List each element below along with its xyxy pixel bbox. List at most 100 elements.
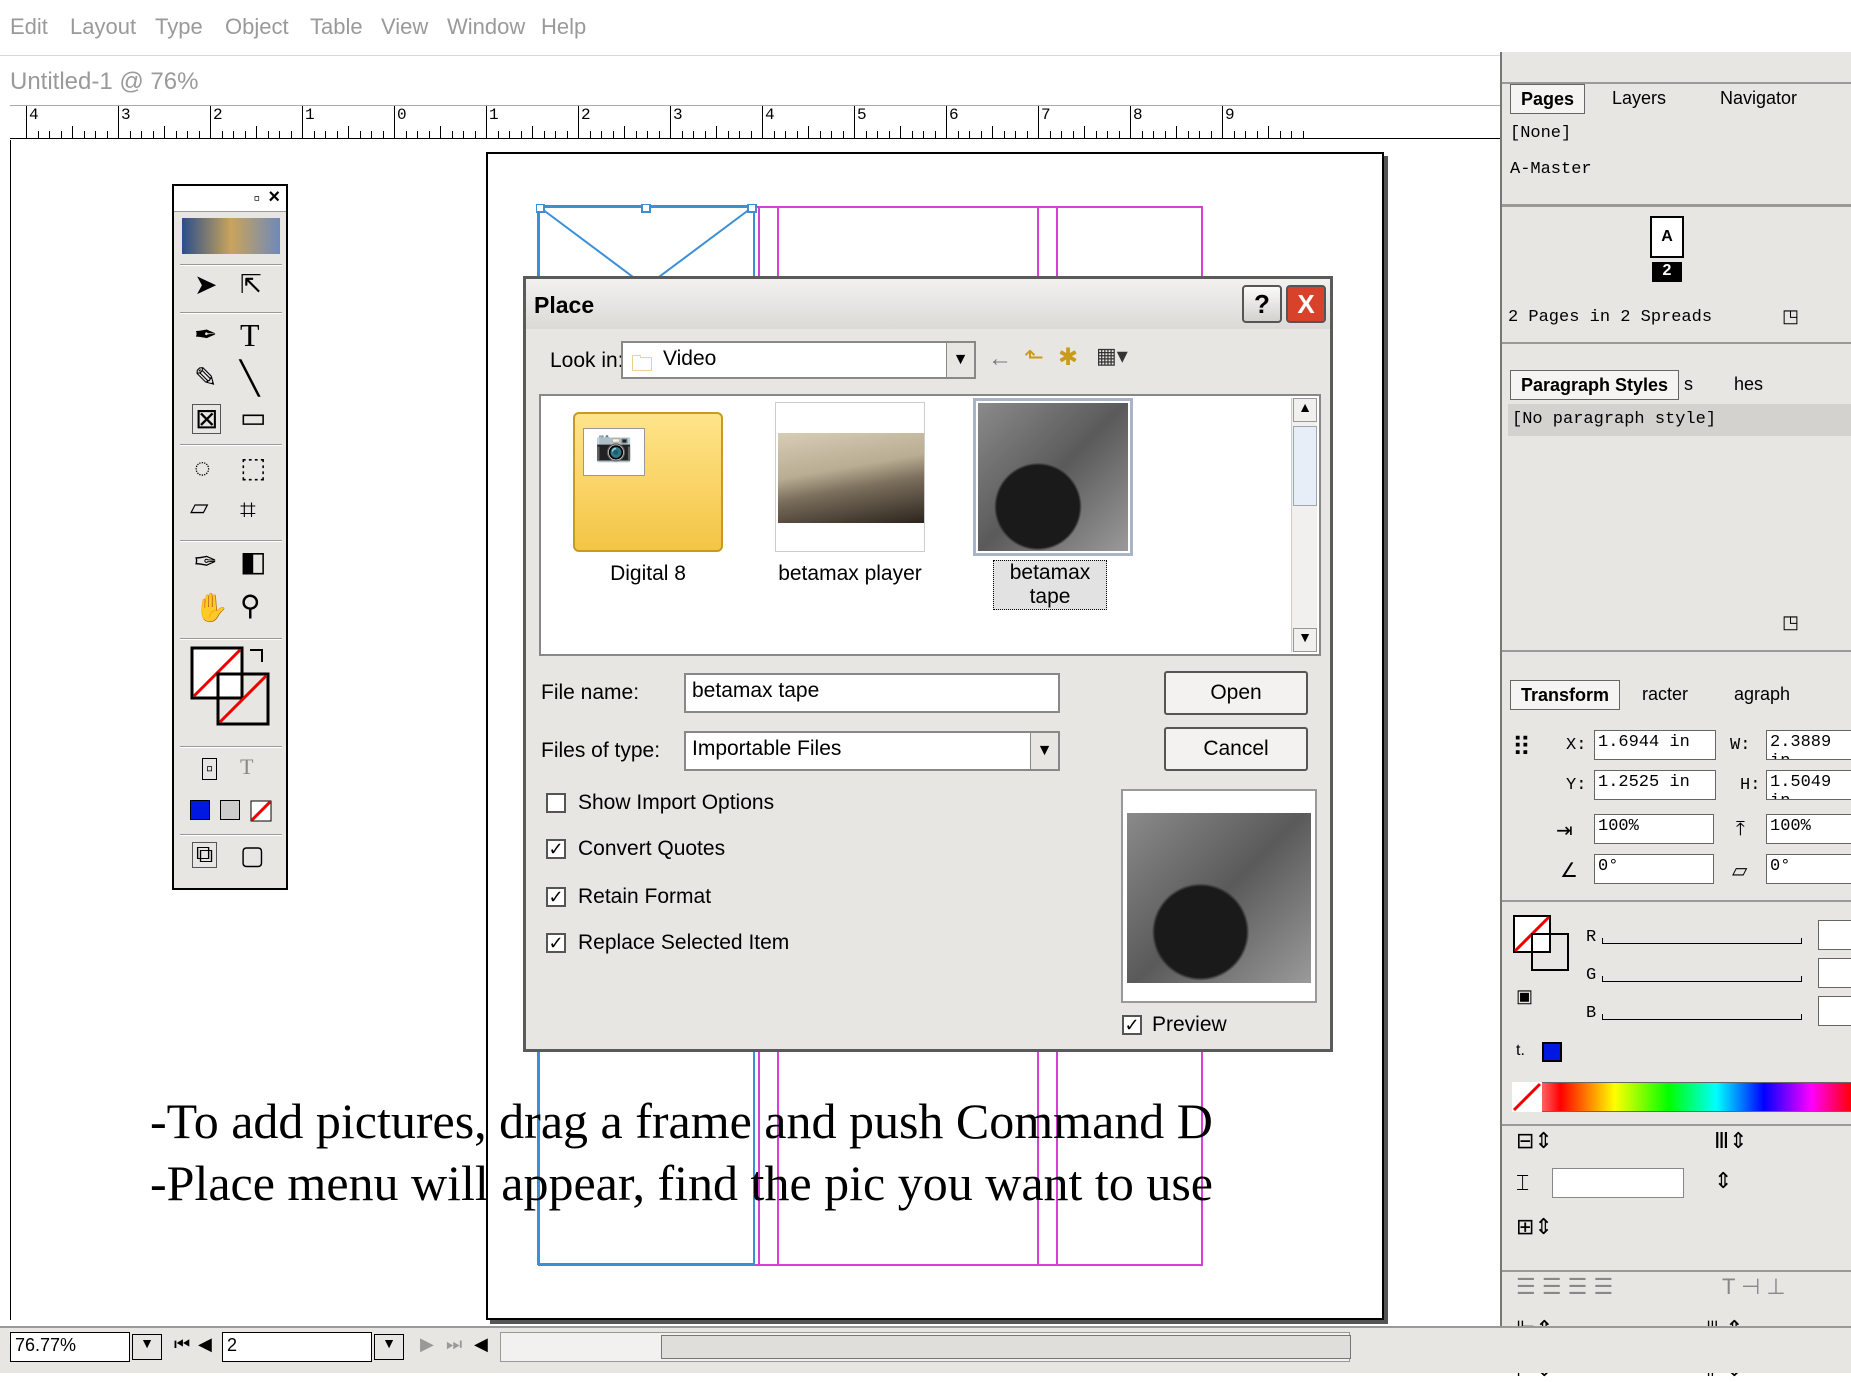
tab-layers[interactable]: Layers [1602, 84, 1676, 114]
chevron-down-icon[interactable]: ▼ [1030, 733, 1058, 769]
shear-tool-icon[interactable]: ▱ [190, 496, 208, 520]
replace-selected-item-label[interactable]: Replace Selected Item [578, 931, 789, 955]
tab-paragraph[interactable]: agraph [1724, 680, 1800, 710]
page-thumbnail[interactable]: A [1650, 216, 1684, 258]
first-page-icon[interactable]: ⏮ [174, 1334, 190, 1355]
menu-type[interactable]: Type [155, 14, 203, 40]
apply-gradient-icon[interactable] [220, 800, 240, 820]
pages-a-master[interactable]: A-Master [1510, 160, 1592, 179]
apply-none-icon[interactable] [250, 800, 272, 822]
tab-navigator[interactable]: Navigator [1710, 84, 1807, 114]
retain-format-checkbox[interactable]: ✓ [546, 887, 566, 907]
close-icon[interactable]: × [268, 186, 280, 209]
new-style-icon[interactable]: ◳ [1782, 612, 1799, 633]
menu-table[interactable]: Table [310, 14, 363, 40]
retain-format-label[interactable]: Retain Format [578, 885, 711, 909]
pen-tool-icon[interactable]: ✒ [194, 321, 217, 349]
line-height-icon[interactable]: ⌶ [1516, 1170, 1529, 1196]
tab-swatches[interactable]: hes [1724, 370, 1773, 400]
top-align-icon[interactable]: ⊟⇕ [1516, 1128, 1553, 1154]
b-value-field[interactable] [1818, 996, 1851, 1026]
tab-pages[interactable]: Pages [1510, 84, 1586, 114]
pencil-tool-icon[interactable]: ✎ [194, 364, 217, 392]
new-folder-icon[interactable]: ✱ [1058, 343, 1078, 372]
color-spectrum[interactable] [1512, 1082, 1851, 1112]
tab-transform[interactable]: Transform [1510, 680, 1621, 710]
replace-selected-item-checkbox[interactable]: ✓ [546, 933, 566, 953]
horizontal-scrollbar[interactable] [500, 1332, 1351, 1362]
up-folder-icon[interactable]: ⬑ [1024, 343, 1044, 372]
last-page-icon[interactable]: ⏭ [446, 1334, 462, 1355]
shear-field[interactable]: 0° [1766, 854, 1851, 884]
align-right-icon[interactable]: T ⊣ ⊥ [1722, 1274, 1786, 1300]
prev-page-icon[interactable]: ◀ [198, 1334, 212, 1355]
stepper-icon[interactable]: ⇕ [1714, 1168, 1732, 1194]
x-field[interactable]: 1.6944 in [1594, 730, 1716, 760]
b-slider[interactable] [1602, 1014, 1802, 1020]
menu-view[interactable]: View [381, 14, 428, 40]
menu-window[interactable]: Window [447, 14, 525, 40]
convert-quotes-label[interactable]: Convert Quotes [578, 837, 725, 861]
preview-view-icon[interactable]: ▢ [240, 842, 265, 868]
rotate-tool-icon[interactable]: ◌ [194, 454, 211, 482]
back-arrow-icon[interactable]: ← [988, 345, 1012, 373]
zoom-tool-icon[interactable]: ⚲ [240, 592, 261, 620]
zoom-dropdown-icon[interactable]: ▼ [132, 1334, 162, 1360]
help-button[interactable]: ? [1242, 285, 1282, 323]
tracking-icon[interactable]: ⊞⇕ [1516, 1214, 1553, 1240]
scroll-down-icon[interactable]: ▼ [1293, 628, 1317, 652]
toolbox-titlebar[interactable]: ▫ × [174, 186, 286, 212]
show-import-options-label[interactable]: Show Import Options [578, 791, 774, 815]
toolbox-panel[interactable]: ▫ × ➤ ⇱ ✒ T ✎ ╲ ⊠ ▭ ◌ ⬚ ▱ ⌗ ✑ ◧ ✋ ⚲ ▫ T … [172, 184, 288, 890]
hand-tool-icon[interactable]: ✋ [194, 594, 229, 622]
menu-layout[interactable]: Layout [70, 14, 136, 40]
h-field[interactable]: 1.5049 in [1766, 770, 1851, 800]
menu-object[interactable]: Object [225, 14, 289, 40]
preview-checkbox[interactable]: ✓ [1122, 1015, 1142, 1035]
apply-color-icon[interactable] [190, 800, 210, 820]
rectangle-frame-tool-icon[interactable]: ⊠ [192, 404, 222, 434]
preview-label[interactable]: Preview [1152, 1013, 1227, 1037]
open-button[interactable]: Open [1164, 671, 1308, 715]
convert-quotes-checkbox[interactable]: ✓ [546, 839, 566, 859]
align-left-icon[interactable]: ☰ ☰ ☰ ☰ [1516, 1274, 1613, 1300]
paragraph-style-row[interactable]: [No paragraph style] [1508, 404, 1851, 436]
file-list-scrollbar[interactable]: ▲ ▼ [1291, 398, 1317, 652]
rotate-field[interactable]: 0° [1594, 854, 1714, 884]
formatting-container-icon[interactable]: ▫ [202, 758, 218, 780]
gradient-tool-icon[interactable]: ◧ [240, 548, 266, 576]
type-tool-icon[interactable]: T [240, 319, 260, 351]
selection-tool-icon[interactable]: ➤ [194, 271, 217, 299]
r-slider[interactable] [1602, 938, 1802, 944]
scroll-thumb[interactable] [1293, 426, 1317, 506]
tab-character-styles[interactable]: s [1674, 370, 1703, 400]
tab-character[interactable]: racter [1632, 680, 1698, 710]
page-dropdown-icon[interactable]: ▼ [374, 1334, 404, 1360]
line-tool-icon[interactable]: ╲ [240, 362, 259, 394]
new-page-icon[interactable]: ◳ [1782, 306, 1799, 327]
minimize-icon[interactable]: ▫ [254, 188, 260, 209]
chevron-down-icon[interactable]: ▼ [946, 343, 974, 377]
scale-tool-icon[interactable]: ⬚ [240, 454, 266, 482]
file-item-betamax-player[interactable] [775, 402, 925, 552]
pages-none[interactable]: [None] [1510, 124, 1571, 143]
free-transform-tool-icon[interactable]: ⌗ [240, 496, 256, 524]
file-item-digital8[interactable]: 📷 [573, 402, 723, 552]
container-icon[interactable]: ▣ [1516, 986, 1533, 1007]
scale-x-field[interactable]: 100% [1594, 814, 1714, 844]
view-menu-icon[interactable]: ▦▾ [1096, 343, 1128, 369]
eyedropper-tool-icon[interactable]: ✑ [194, 548, 217, 576]
file-name-input[interactable]: betamax tape [684, 673, 1060, 713]
fill-stroke-swatch[interactable] [190, 646, 274, 730]
menu-edit[interactable]: Edit [10, 14, 48, 40]
dialog-titlebar[interactable]: Place ? X [526, 279, 1330, 329]
w-field[interactable]: 2.3889 in [1766, 730, 1851, 760]
last-color-swatch[interactable] [1542, 1042, 1562, 1062]
columns-icon[interactable]: Ⅲ⇕ [1714, 1128, 1748, 1154]
line-height-field[interactable] [1552, 1168, 1684, 1198]
normal-view-icon[interactable]: ⧉ [192, 842, 218, 868]
none-color-icon[interactable] [1512, 1082, 1542, 1112]
scale-y-field[interactable]: 100% [1766, 814, 1851, 844]
scrollbar-thumb[interactable] [661, 1335, 1351, 1359]
files-of-type-select[interactable]: Importable Files ▼ [684, 731, 1060, 771]
